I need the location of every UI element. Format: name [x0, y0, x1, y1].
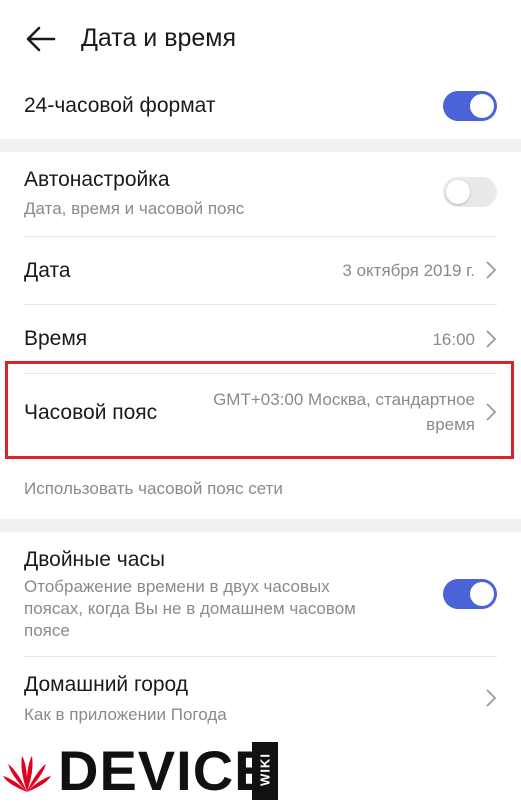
date-value: 3 октября 2019 г.	[342, 261, 475, 280]
format-24h-label: 24-часовой формат	[24, 94, 216, 117]
chevron-right-icon	[486, 261, 497, 279]
time-value: 16:00	[432, 330, 475, 349]
dual-clock-subtitle-line3: поясе	[24, 621, 70, 640]
huawei-flower-icon	[3, 756, 51, 792]
dual-clock-title: Двойные часы	[24, 548, 165, 571]
watermark-badge-text: WIKI	[257, 753, 273, 786]
home-city-subtitle: Как в приложении Погода	[24, 705, 227, 724]
section-gap	[0, 139, 521, 152]
watermark-text: DEVICE	[58, 739, 273, 802]
auto-setting-toggle[interactable]	[443, 177, 497, 207]
section-gap	[0, 519, 521, 532]
chevron-right-icon	[486, 689, 497, 707]
auto-setting-row[interactable]: Автонастройка Дата, время и часовой пояс	[24, 160, 497, 232]
network-timezone-hint: Использовать часовой пояс сети	[24, 479, 283, 498]
highlight-frame	[5, 361, 514, 459]
auto-setting-title: Автонастройка	[24, 168, 170, 191]
dual-clock-toggle[interactable]	[443, 579, 497, 609]
page-title: Дата и время	[81, 24, 237, 52]
format-24h-toggle[interactable]	[443, 91, 497, 121]
chevron-right-icon	[486, 330, 497, 348]
devicewiki-watermark: DEVICE WIKI	[0, 742, 290, 800]
dual-clock-subtitle-line2: поясах, когда Вы не в домашнем часовом	[24, 599, 356, 618]
back-arrow-icon[interactable]	[24, 22, 58, 56]
app-header: Дата и время	[0, 0, 521, 80]
dual-clock-subtitle-line1: Отображение времени в двух часовых	[24, 577, 330, 596]
home-city-row[interactable]: Домашний город Как в приложении Погода	[24, 657, 497, 733]
home-city-title: Домашний город	[24, 673, 189, 696]
auto-setting-subtitle: Дата, время и часовой пояс	[24, 199, 245, 218]
date-title: Дата	[24, 259, 71, 282]
format-24h-row[interactable]: 24-часовой формат	[24, 80, 497, 136]
dual-clock-row[interactable]: Двойные часы Отображение времени в двух …	[24, 540, 497, 652]
date-row[interactable]: Дата 3 октября 2019 г.	[24, 237, 497, 303]
watermark-badge: WIKI	[252, 742, 278, 800]
time-title: Время	[24, 327, 88, 350]
